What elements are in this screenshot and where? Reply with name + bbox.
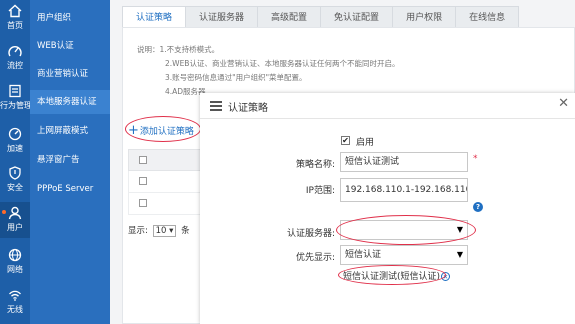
nav-wireless[interactable]: 无线	[0, 284, 30, 320]
submenu-internet-block-mode[interactable]: 上网屏蔽模式	[30, 119, 110, 143]
nav-network[interactable]: 网络	[0, 244, 30, 280]
nav-security-label: 安全	[7, 183, 23, 192]
tab-auth-exemption[interactable]: 免认证配置	[321, 6, 394, 28]
policy-name-input[interactable]: 短信认证测试	[340, 152, 468, 172]
auth-policy-dialog: 认证策略 ✕ ✔ 启用 策略名称: 短信认证测试 * IP范围: 192.168…	[200, 93, 575, 324]
shield-icon	[9, 166, 21, 180]
select-all-checkbox[interactable]	[139, 156, 147, 164]
submenu-marketing-auth[interactable]: 商业营销认证	[30, 62, 110, 86]
nav-acceleration[interactable]: 加速	[0, 123, 30, 159]
nav-wireless-label: 无线	[7, 305, 23, 314]
auth-server-label: 认证服务器:	[286, 229, 335, 239]
nav-behavior-management[interactable]: 行为管理	[0, 80, 32, 116]
nav-home-label: 首页	[7, 21, 23, 30]
submenu-floating-ad[interactable]: 悬浮窗广告	[30, 148, 110, 172]
main-nav-rail: 首页 流控 行为管理 加速 安全 用户 网络 无线	[0, 0, 32, 324]
tab-auth-policy[interactable]: 认证策略	[122, 6, 187, 28]
row-checkbox[interactable]	[139, 177, 147, 185]
behavior-management-icon	[9, 84, 21, 98]
tab-advanced-config[interactable]: 高级配置	[258, 6, 322, 28]
page-size-suffix: 条	[181, 226, 190, 236]
nav-home[interactable]: 首页	[0, 0, 30, 36]
nav-security[interactable]: 安全	[0, 162, 30, 198]
page-size-control: 显示: 10 ▾ 条	[128, 224, 190, 237]
submenu-local-server-auth[interactable]: 本地服务器认证	[30, 90, 110, 114]
submenu-pppoe-server[interactable]: PPPoE Server	[30, 177, 110, 201]
tab-auth-server[interactable]: 认证服务器	[186, 6, 259, 28]
help-icon[interactable]: ?	[473, 202, 483, 212]
page-size-value: 10	[155, 226, 167, 236]
menu-icon	[210, 101, 222, 111]
note-line: 说明：1.不支持桥模式。	[137, 45, 220, 54]
nav-user[interactable]: 用户	[0, 202, 30, 238]
wifi-icon	[9, 290, 21, 301]
note-line: 2.WEB认证、商业营销认证、本地服务器认证任何两个不能同时开启。	[165, 59, 400, 68]
row-checkbox[interactable]	[139, 199, 147, 207]
priority-display-select[interactable]: 短信认证 ▼	[340, 245, 468, 265]
home-icon	[8, 4, 22, 18]
speedometer-icon	[8, 127, 22, 141]
nav-behavior-management-label: 行为管理	[0, 101, 32, 110]
user-icon	[8, 206, 22, 220]
nav-flow-control[interactable]: 流控	[0, 40, 30, 76]
priority-display-value: 短信认证	[345, 250, 382, 260]
note-line: 3.账号密码信息通过"用户组织"菜单配置。	[165, 73, 307, 82]
nav-network-label: 网络	[7, 265, 23, 274]
nav-user-label: 用户	[7, 223, 23, 232]
nav-acceleration-label: 加速	[7, 144, 23, 153]
user-submenu: 用户组织 WEB认证 商业营销认证 本地服务器认证 上网屏蔽模式 悬浮窗广告 P…	[30, 0, 110, 324]
dialog-header: 认证策略 ✕	[200, 93, 575, 119]
enable-label: 启用	[356, 138, 375, 148]
annotation-ellipse	[338, 265, 446, 285]
page-size-prefix: 显示:	[128, 226, 148, 236]
active-indicator-dot	[2, 210, 6, 214]
tab-online-info[interactable]: 在线信息	[456, 6, 520, 28]
priority-display-label: 优先显示:	[295, 253, 335, 263]
annotation-ellipse	[336, 215, 476, 245]
annotation-ellipse	[125, 116, 201, 142]
flow-control-icon	[8, 46, 22, 57]
dialog-title: 认证策略	[228, 103, 268, 114]
chevron-down-icon: ▼	[456, 250, 463, 259]
nav-flow-control-label: 流控	[7, 61, 23, 70]
tab-user-permission[interactable]: 用户权限	[393, 6, 457, 28]
ip-range-label: IP范围:	[305, 186, 335, 196]
ip-range-input[interactable]: 192.168.110.1-192.168.110.100	[340, 178, 468, 202]
tab-bar: 认证策略 认证服务器 高级配置 免认证配置 用户权限 在线信息	[122, 6, 520, 28]
close-icon[interactable]: ✕	[558, 96, 569, 111]
page-size-select[interactable]: 10 ▾	[152, 225, 177, 237]
globe-icon	[8, 248, 22, 262]
required-mark: *	[473, 154, 478, 164]
enable-checkbox[interactable]: ✔	[341, 136, 350, 145]
submenu-user-organization[interactable]: 用户组织	[30, 6, 110, 30]
notes-block: 说明：1.不支持桥模式。 2.WEB认证、商业营销认证、本地服务器认证任何两个不…	[137, 43, 399, 99]
submenu-web-auth[interactable]: WEB认证	[30, 34, 110, 58]
policy-name-label: 策略名称:	[295, 160, 335, 170]
